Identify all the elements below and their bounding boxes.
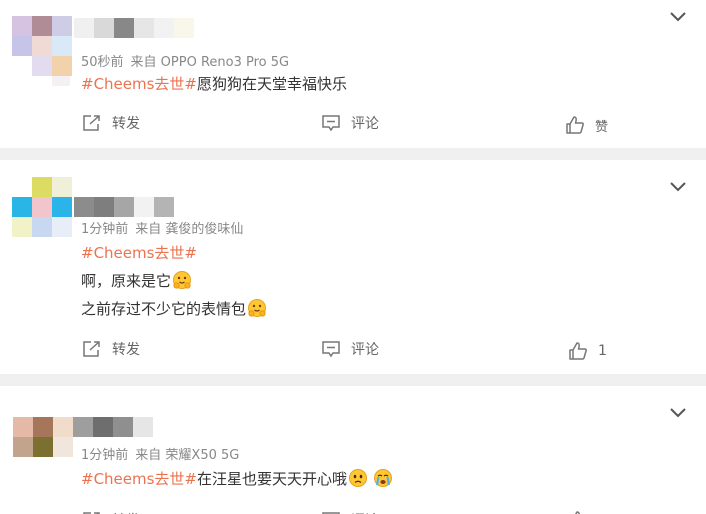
post-text-line-2: 之前存过不少它的表情包 xyxy=(81,298,267,319)
post-meta: 1分钟前 来自 龚俊的俊味仙 xyxy=(81,218,243,237)
post-source: 来自 荣耀X50 5G xyxy=(135,448,240,463)
hug-emoji xyxy=(248,299,267,317)
post-body: 在汪星也要天天开心哦 xyxy=(197,470,348,488)
comment-button[interactable]: 评论 xyxy=(321,510,379,514)
forward-button[interactable]: 转发 xyxy=(82,113,140,133)
like-icon xyxy=(569,342,587,360)
chevron-down-icon[interactable] xyxy=(670,12,686,22)
topic-link[interactable]: #Cheems去世# xyxy=(81,75,197,93)
username-blurred[interactable] xyxy=(73,417,153,437)
post-card-2: 1分钟前 来自 龚俊的俊味仙 #Cheems去世# 啊，原来是它 之前存过不少它的… xyxy=(0,160,706,374)
post-source: 来自 龚俊的俊味仙 xyxy=(135,222,244,237)
post-time: 1分钟前 xyxy=(81,448,129,463)
forward-icon xyxy=(83,115,100,131)
avatar[interactable] xyxy=(12,16,74,86)
chevron-down-icon[interactable] xyxy=(670,182,686,192)
crying-emoji xyxy=(374,469,393,487)
post-time: 1分钟前 xyxy=(81,222,129,237)
forward-button[interactable]: 转发 xyxy=(82,510,140,514)
comment-label: 评论 xyxy=(351,116,379,132)
post-meta: 1分钟前 来自 荣耀X50 5G xyxy=(81,444,239,463)
separator xyxy=(0,374,706,386)
post-card-1: 50秒前 来自 OPPO Reno3 Pro 5G #Cheems去世#愿狗狗在天… xyxy=(0,0,706,148)
forward-button[interactable]: 转发 xyxy=(82,339,140,359)
like-icon xyxy=(566,116,584,134)
username-blurred[interactable] xyxy=(74,197,174,217)
post-text: #Cheems去世#愿狗狗在天堂幸福快乐 xyxy=(81,73,347,94)
comment-label: 评论 xyxy=(351,342,379,358)
comment-label: 评论 xyxy=(351,510,379,514)
post-body: 之前存过不少它的表情包 xyxy=(81,300,247,318)
post-body: 啊，原来是它 xyxy=(81,272,172,290)
username-blurred[interactable] xyxy=(74,18,194,38)
separator xyxy=(0,148,706,160)
like-label: 赞 xyxy=(595,119,609,135)
comment-icon xyxy=(322,341,340,358)
comment-icon xyxy=(322,115,340,132)
post-time: 50秒前 xyxy=(81,55,124,70)
topic-line: #Cheems去世# xyxy=(81,242,197,263)
forward-label: 转发 xyxy=(112,510,140,514)
post-meta: 50秒前 来自 OPPO Reno3 Pro 5G xyxy=(81,51,289,70)
like-button[interactable] xyxy=(568,510,598,514)
comment-button[interactable]: 评论 xyxy=(321,113,379,133)
avatar[interactable] xyxy=(12,177,74,239)
topic-link[interactable]: #Cheems去世# xyxy=(81,470,197,488)
like-button[interactable]: 1 xyxy=(568,341,607,361)
forward-label: 转发 xyxy=(112,342,140,358)
post-source: 来自 OPPO Reno3 Pro 5G xyxy=(130,55,290,70)
like-button[interactable]: 赞 xyxy=(565,115,608,135)
post-card-3: 1分钟前来自 荣耀X50 5G #Cheems去世#在汪星也要天天开心哦 转发 … xyxy=(0,386,706,514)
like-icon xyxy=(574,511,580,514)
comment-button[interactable]: 评论 xyxy=(321,339,379,359)
hug-emoji xyxy=(173,271,192,289)
forward-label: 转发 xyxy=(112,116,140,132)
post-body: 愿狗狗在天堂幸福快乐 xyxy=(197,75,348,93)
topic-link[interactable]: #Cheems去世# xyxy=(81,244,197,262)
sad-emoji xyxy=(349,469,368,487)
post-text: #Cheems去世#在汪星也要天天开心哦 xyxy=(81,468,394,489)
chevron-down-icon[interactable] xyxy=(670,408,686,418)
post-text-line-1: 啊，原来是它 xyxy=(81,270,192,291)
like-count: 1 xyxy=(598,343,607,359)
forward-icon xyxy=(83,341,100,357)
avatar[interactable] xyxy=(13,417,73,457)
